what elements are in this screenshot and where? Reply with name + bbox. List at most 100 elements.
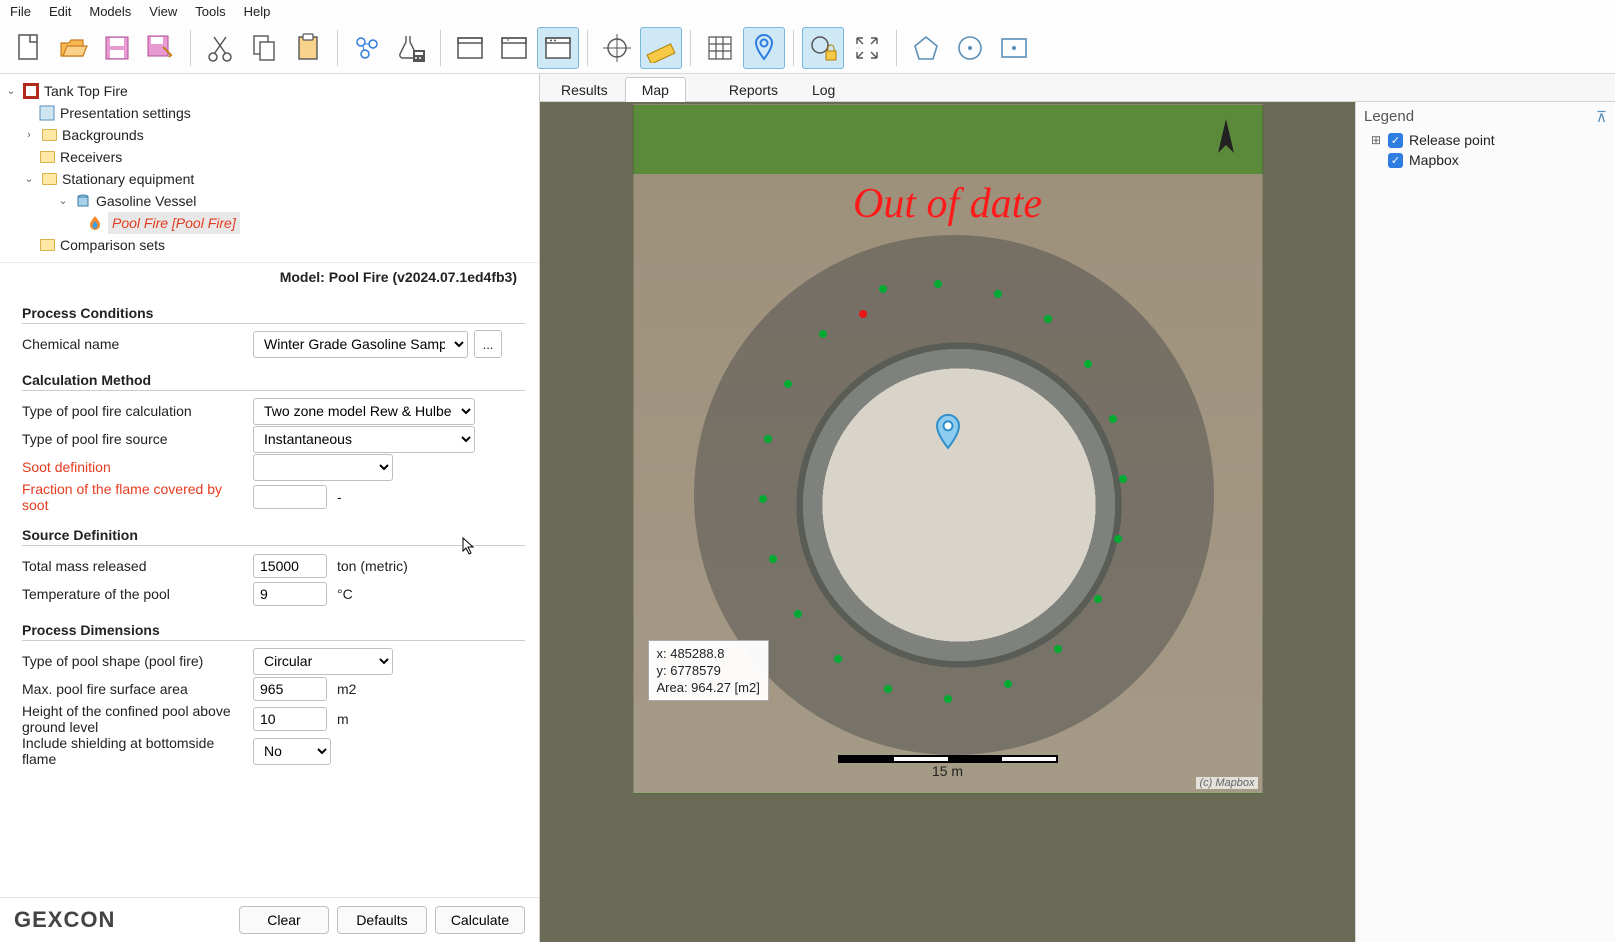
- expand-arrows-icon[interactable]: [846, 27, 888, 69]
- area-unit: m2: [337, 681, 356, 697]
- soot-fraction-input[interactable]: [253, 485, 327, 509]
- tab-log[interactable]: Log: [795, 77, 852, 102]
- flask-calc-icon[interactable]: [390, 27, 432, 69]
- tab-reports[interactable]: Reports: [712, 77, 795, 102]
- height-input[interactable]: [253, 707, 327, 731]
- chemical-browse-button[interactable]: ...: [474, 330, 502, 358]
- window3-icon[interactable]: [537, 27, 579, 69]
- menu-edit[interactable]: Edit: [49, 4, 71, 19]
- crosshair-icon[interactable]: [596, 27, 638, 69]
- tree-poolfire[interactable]: Pool Fire [Pool Fire]: [108, 212, 240, 234]
- legend-panel: Legend ⊼ ⊞ ✓ Release point ✓ Mapbox: [1355, 102, 1615, 942]
- zoom-lock-icon[interactable]: [802, 27, 844, 69]
- project-tree[interactable]: ⌄Tank Top Fire Presentation settings ›Ba…: [0, 74, 539, 262]
- height-unit: m: [337, 711, 349, 727]
- window2-icon[interactable]: [493, 27, 535, 69]
- vessel-icon: [74, 192, 92, 210]
- shield-select[interactable]: No: [253, 738, 331, 765]
- chemical-label: Chemical name: [22, 336, 247, 352]
- source-type-label: Type of pool fire source: [22, 431, 247, 447]
- gexcon-logo: GEXCON: [14, 907, 115, 933]
- menu-bar: File Edit Models View Tools Help: [0, 0, 1615, 23]
- tree-root[interactable]: Tank Top Fire: [44, 80, 128, 102]
- save-icon[interactable]: [96, 27, 138, 69]
- menu-help[interactable]: Help: [244, 4, 271, 19]
- folder-icon: [40, 239, 55, 251]
- calc-type-label: Type of pool fire calculation: [22, 403, 247, 419]
- out-of-date-stamp: Out of date: [634, 180, 1262, 228]
- pin-tool-icon[interactable]: [743, 27, 785, 69]
- map-attribution: (c) Mapbox: [1196, 777, 1257, 789]
- menu-tools[interactable]: Tools: [195, 4, 225, 19]
- property-panel[interactable]: Process Conditions Chemical name Winter …: [0, 291, 539, 897]
- viewer-tabs: Results Map Reports Log: [540, 74, 1615, 102]
- section-source-def: Source Definition: [22, 527, 525, 546]
- section-process-dims: Process Dimensions: [22, 622, 525, 641]
- fire-icon: [86, 214, 104, 232]
- calculate-button[interactable]: Calculate: [435, 906, 525, 934]
- soot-fraction-label: Fraction of the flame covered by soot: [22, 481, 247, 513]
- toolbar: [0, 23, 1615, 74]
- soot-label: Soot definition: [22, 459, 247, 475]
- expand-icon[interactable]: ⊞: [1370, 133, 1382, 147]
- grid-icon[interactable]: [699, 27, 741, 69]
- save-as-icon[interactable]: [140, 27, 182, 69]
- tree-stationary[interactable]: Stationary equipment: [62, 168, 194, 190]
- footer-bar: GEXCON Clear Defaults Calculate: [0, 897, 539, 942]
- mass-unit: ton (metric): [337, 558, 408, 574]
- release-pin-icon[interactable]: [933, 413, 963, 451]
- release-checkbox[interactable]: ✓: [1388, 133, 1403, 148]
- pin-panel-icon[interactable]: ⊼: [1596, 108, 1607, 126]
- height-label: Height of the confined pool above ground…: [22, 703, 247, 735]
- section-calc-method: Calculation Method: [22, 372, 525, 391]
- temp-label: Temperature of the pool: [22, 586, 247, 602]
- rect-dot-icon[interactable]: [993, 27, 1035, 69]
- folder-icon: [40, 151, 55, 163]
- menu-file[interactable]: File: [10, 4, 31, 19]
- tree-comparison[interactable]: Comparison sets: [60, 234, 165, 256]
- cut-icon[interactable]: [199, 27, 241, 69]
- tree-receivers[interactable]: Receivers: [60, 146, 122, 168]
- pentagon-icon[interactable]: [905, 27, 947, 69]
- project-icon: [22, 82, 40, 100]
- window1-icon[interactable]: [449, 27, 491, 69]
- calc-type-select[interactable]: Two zone model Rew & Hulbert: [253, 398, 475, 425]
- tree-backgrounds[interactable]: Backgrounds: [62, 124, 144, 146]
- circle-dot-icon[interactable]: [949, 27, 991, 69]
- mass-label: Total mass released: [22, 558, 247, 574]
- tab-results[interactable]: Results: [544, 77, 625, 102]
- defaults-button[interactable]: Defaults: [337, 906, 427, 934]
- scale-bar: 15 m: [838, 755, 1058, 779]
- model-version-label: Model: Pool Fire (v2024.07.1ed4fb3): [0, 262, 539, 291]
- tree-vessel[interactable]: Gasoline Vessel: [96, 190, 196, 212]
- soot-fraction-unit: -: [337, 489, 342, 505]
- menu-models[interactable]: Models: [89, 4, 131, 19]
- settings-icon: [38, 104, 56, 122]
- open-icon[interactable]: [52, 27, 94, 69]
- source-type-select[interactable]: Instantaneous: [253, 426, 475, 453]
- soot-select[interactable]: [253, 454, 393, 481]
- ruler-icon[interactable]: [640, 27, 682, 69]
- folder-icon: [42, 129, 57, 141]
- legend-mapbox[interactable]: Mapbox: [1409, 152, 1459, 168]
- shield-label: Include shielding at bottomside flame: [22, 735, 247, 767]
- molecule-icon[interactable]: [346, 27, 388, 69]
- menu-view[interactable]: View: [149, 4, 177, 19]
- chemical-select[interactable]: Winter Grade Gasoline Sample: [253, 331, 468, 358]
- map-viewer[interactable]: Out of date x: 485288.8 y: 6778579 Area:…: [540, 102, 1355, 942]
- section-process-conditions: Process Conditions: [22, 305, 525, 324]
- temp-input[interactable]: [253, 582, 327, 606]
- mapbox-checkbox[interactable]: ✓: [1388, 153, 1403, 168]
- mass-input[interactable]: [253, 554, 327, 578]
- folder-icon: [42, 173, 57, 185]
- clear-button[interactable]: Clear: [239, 906, 329, 934]
- area-input[interactable]: [253, 677, 327, 701]
- legend-release[interactable]: Release point: [1409, 132, 1495, 148]
- tab-map[interactable]: Map: [625, 77, 686, 102]
- shape-select[interactable]: Circular: [253, 648, 393, 675]
- compass-icon: [1208, 117, 1244, 167]
- copy-icon[interactable]: [243, 27, 285, 69]
- paste-icon[interactable]: [287, 27, 329, 69]
- tree-presentation[interactable]: Presentation settings: [60, 102, 191, 124]
- new-icon[interactable]: [8, 27, 50, 69]
